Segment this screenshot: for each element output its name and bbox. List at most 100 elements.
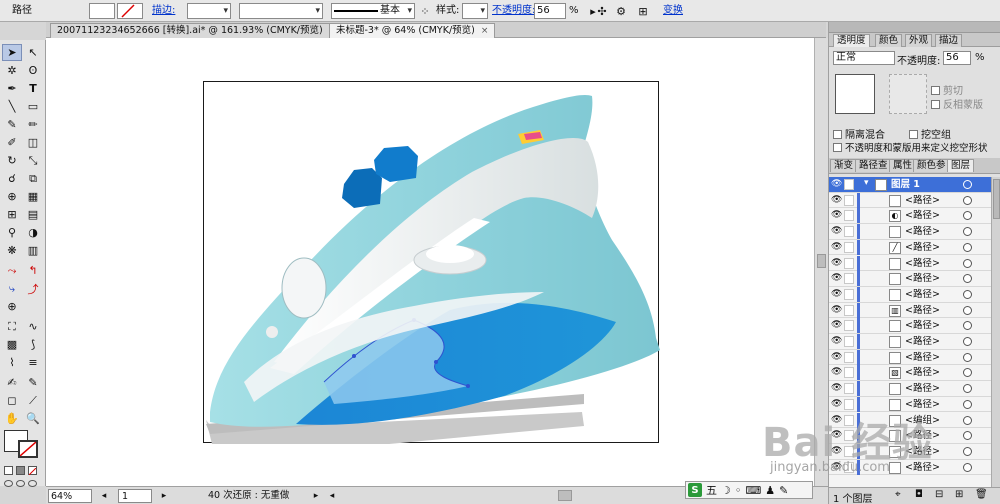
eye-icon[interactable]: 👁: [831, 462, 842, 472]
layer-row-top[interactable]: 👁 ▾ 图层 1: [829, 177, 991, 193]
variable-width-select[interactable]: [239, 3, 323, 19]
crosshair-icon[interactable]: ⊕: [2, 298, 22, 315]
target-icon[interactable]: [963, 305, 972, 315]
status-arrow-icon[interactable]: ▸: [308, 489, 324, 503]
none-mode-icon[interactable]: [28, 466, 37, 476]
slice-select-tool-icon[interactable]: ⟆: [23, 336, 43, 353]
tab-attributes[interactable]: 属性: [889, 159, 917, 172]
brush-options-icon[interactable]: ⁘: [417, 3, 433, 19]
width-tool-icon[interactable]: ∿: [23, 318, 43, 335]
layer-row[interactable]: 👁 ◐ <路径>: [829, 208, 991, 225]
invert-mask-checkbox[interactable]: [931, 100, 940, 109]
recolor-icon[interactable]: ✣: [594, 3, 610, 19]
target-icon[interactable]: [963, 352, 972, 362]
artboard-tool-icon[interactable]: ⛶: [2, 318, 22, 335]
anchor-point[interactable]: [352, 354, 356, 358]
eye-icon[interactable]: 👁: [831, 383, 842, 393]
brush-definition-select[interactable]: 基本: [331, 3, 415, 19]
panel-header-bar[interactable]: [829, 22, 1000, 33]
opacity-label[interactable]: 不透明度:: [492, 3, 535, 19]
eyedropper-tool-icon[interactable]: ⚲: [2, 224, 22, 241]
keyboard-icon[interactable]: ⌨: [745, 484, 761, 497]
target-icon[interactable]: [963, 321, 972, 331]
layer-row[interactable]: 👁 <路径>: [829, 428, 991, 444]
tab-document-1[interactable]: 20071123234652666 [转换].ai* @ 161.93% (CM…: [50, 23, 344, 38]
lock-toggle[interactable]: [844, 367, 854, 379]
gradient-tool-icon[interactable]: ▤: [23, 206, 43, 223]
column-graph-tool-icon[interactable]: ▥: [23, 242, 43, 259]
new-sublayer-icon[interactable]: ⊟: [935, 489, 943, 500]
locate-object-icon[interactable]: ⌖: [895, 489, 901, 500]
align-icon[interactable]: ⊞: [635, 3, 651, 19]
anchor-point[interactable]: [434, 360, 438, 364]
tab-color-guide[interactable]: 颜色参: [913, 159, 950, 172]
symbol-sprayer-tool-icon[interactable]: ❋: [2, 242, 22, 259]
cusp-convert-icon[interactable]: ⤴: [23, 280, 43, 297]
eraser-tool-icon[interactable]: ◫: [23, 134, 43, 151]
scrollbar-thumb[interactable]: [817, 254, 826, 268]
tab-appearance[interactable]: 外观: [905, 34, 933, 47]
lock-toggle[interactable]: [844, 414, 854, 426]
next-artboard-icon[interactable]: ▸: [156, 489, 172, 503]
opacity-mask-checkbox[interactable]: [833, 143, 842, 152]
layer-row[interactable]: 👁 <路径>: [829, 334, 991, 350]
target-icon[interactable]: [963, 242, 972, 252]
layer-row[interactable]: 👁 <路径>: [829, 381, 991, 397]
lock-toggle[interactable]: [844, 351, 854, 363]
target-icon[interactable]: [963, 431, 972, 441]
target-icon[interactable]: [963, 446, 972, 456]
layer-row[interactable]: 👁 <路径>: [829, 459, 991, 476]
layers-list[interactable]: 👁 ▾ 图层 1 👁 <路径> 👁 ◐ <路径> 👁 <路径> 👁 ╱ <路径> 👁 <路径> 👁 <路径…: [829, 177, 991, 487]
target-icon[interactable]: [963, 415, 972, 425]
lock-toggle[interactable]: [844, 179, 854, 190]
warp-tool-icon[interactable]: ☌: [2, 170, 22, 187]
ime-mode-label[interactable]: 五: [706, 482, 717, 498]
eye-icon[interactable]: 👁: [831, 367, 842, 377]
ime-toolbar[interactable]: S 五 ☽ ◦ ⌨ ♟ ✎: [685, 481, 813, 499]
layer-row[interactable]: 👁 <路径>: [829, 443, 991, 460]
layers-scroll-thumb[interactable]: [993, 179, 1000, 219]
target-icon[interactable]: [963, 180, 972, 189]
target-icon[interactable]: [963, 368, 972, 378]
artboard[interactable]: [203, 81, 660, 460]
eye-icon[interactable]: 👁: [831, 179, 842, 189]
eye-icon[interactable]: 👁: [831, 352, 842, 362]
blend-mode-select[interactable]: 正常: [833, 51, 895, 65]
mask-thumbnail[interactable]: [889, 74, 927, 114]
punctuation-icon[interactable]: ◦: [735, 484, 742, 497]
first-artboard-icon[interactable]: ◂: [96, 489, 112, 503]
lock-toggle[interactable]: [844, 445, 854, 457]
eye-icon[interactable]: 👁: [831, 289, 842, 299]
target-icon[interactable]: [963, 462, 972, 472]
pencil-tool-icon[interactable]: ✏: [23, 116, 43, 133]
stroke-swatch[interactable]: [117, 3, 143, 19]
knockout-group-checkbox[interactable]: [909, 130, 918, 139]
smooth-convert-icon[interactable]: ⤷: [2, 280, 22, 297]
isolate-blending-checkbox[interactable]: [833, 130, 842, 139]
perspective-grid-tool-icon[interactable]: ▦: [23, 188, 43, 205]
zoom-select[interactable]: 64%: [48, 489, 92, 503]
lock-toggle[interactable]: [844, 461, 854, 473]
lock-toggle[interactable]: [844, 257, 854, 269]
target-icon[interactable]: [963, 195, 972, 205]
layer-row[interactable]: 👁 <路径>: [829, 396, 991, 413]
new-layer-icon[interactable]: ⊞: [955, 489, 963, 500]
moon-icon[interactable]: ☽: [721, 484, 731, 497]
close-icon[interactable]: ×: [481, 26, 489, 36]
reshape-tool-icon[interactable]: ✍: [2, 374, 22, 391]
object-thumbnail[interactable]: [835, 74, 875, 114]
target-icon[interactable]: [963, 289, 972, 299]
target-icon[interactable]: [963, 274, 972, 284]
rectangle-select-icon[interactable]: ◻: [2, 392, 22, 409]
make-clipping-mask-icon[interactable]: ◘: [915, 489, 923, 500]
scissors-tool-icon[interactable]: ≡: [23, 354, 43, 371]
tab-layers[interactable]: 图层: [947, 159, 975, 172]
color-mode-icon[interactable]: [4, 466, 13, 475]
blob-brush-tool-icon[interactable]: ✐: [2, 134, 22, 151]
layer-row[interactable]: 👁 <路径>: [829, 349, 991, 366]
iron-illustration[interactable]: [204, 82, 660, 460]
transform-link[interactable]: 变换: [663, 3, 683, 19]
draw-behind-icon[interactable]: [16, 480, 25, 487]
lock-toggle[interactable]: [844, 383, 854, 395]
corner-convert-icon[interactable]: ↰: [23, 262, 43, 279]
